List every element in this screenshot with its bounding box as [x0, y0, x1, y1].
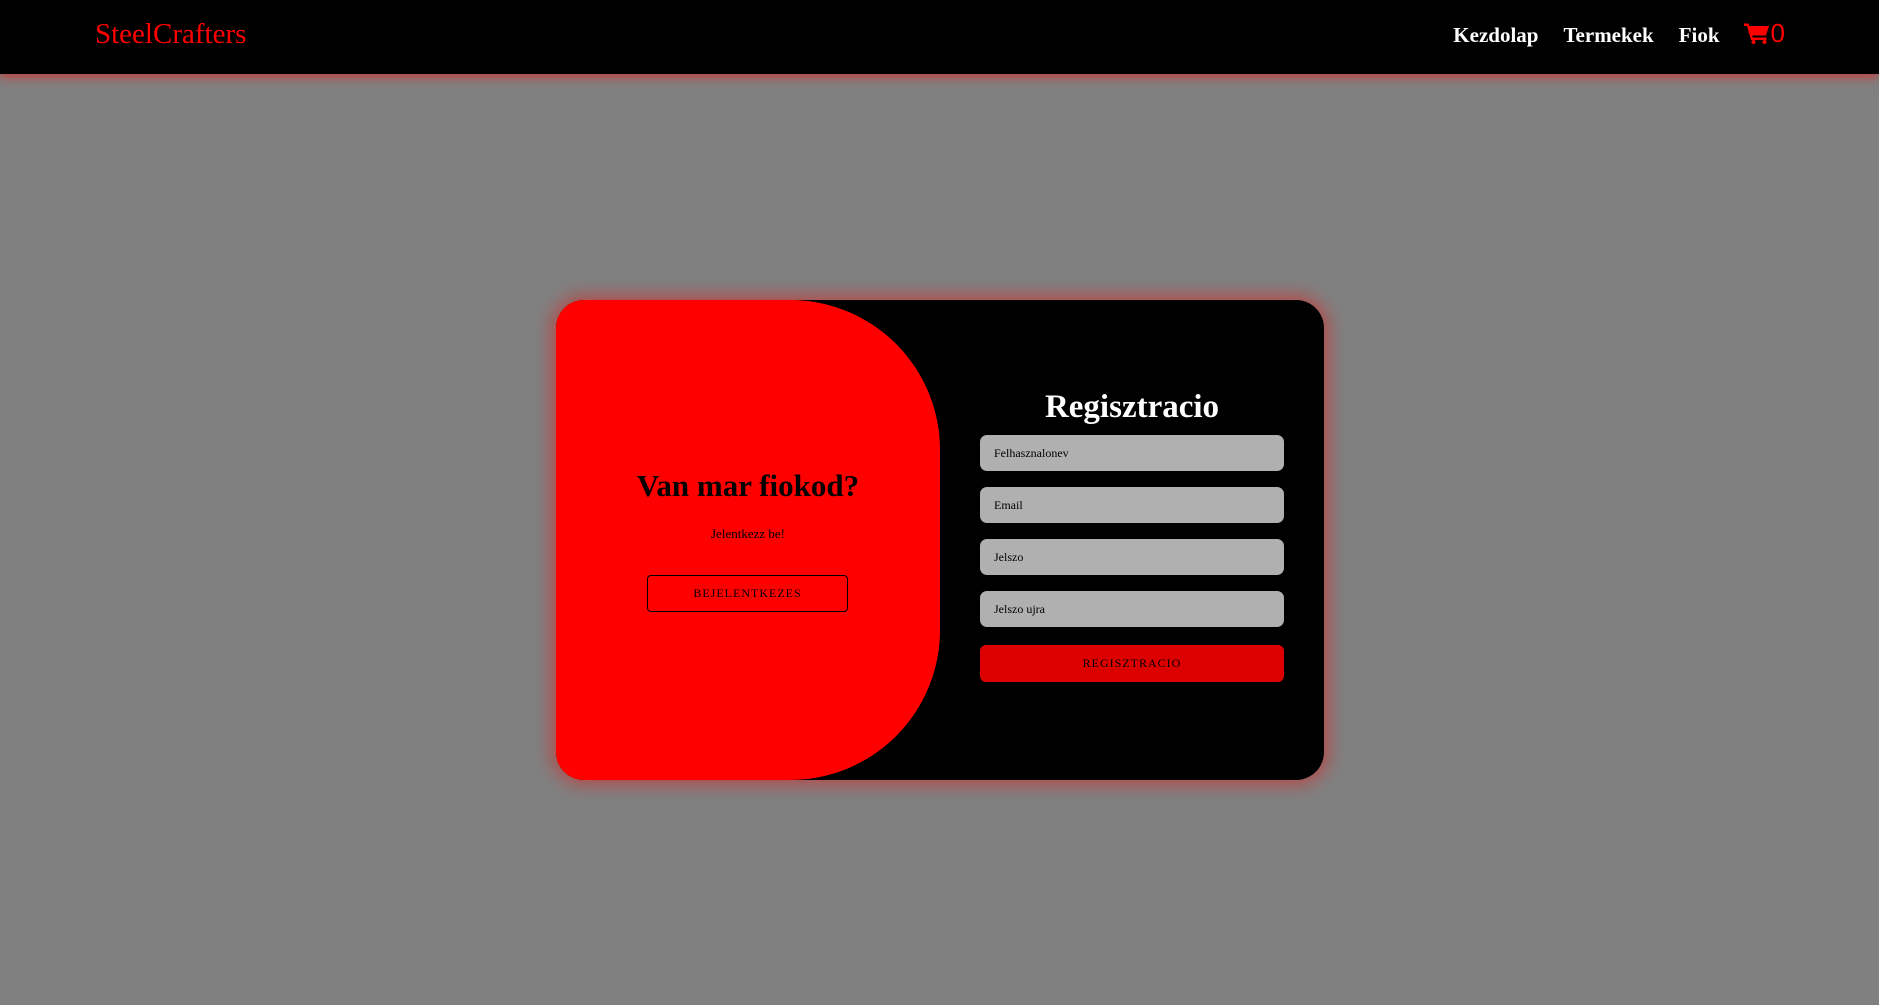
cart-count-badge: 0 — [1770, 18, 1785, 48]
shopping-cart-icon — [1743, 22, 1770, 44]
nav-links: Kezdolap Termekek Fiok 0 — [1428, 18, 1785, 48]
nav-link-kezdolap[interactable]: Kezdolap — [1453, 23, 1538, 48]
email-input[interactable] — [980, 487, 1284, 523]
password-confirm-input[interactable] — [980, 591, 1284, 627]
cart-button[interactable]: 0 — [1743, 18, 1785, 48]
register-title: Regisztracio — [1044, 389, 1220, 425]
register-panel: Regisztracio REGISZTRACIO — [940, 300, 1324, 780]
login-prompt-panel: Van mar fiokod? Jelentkezz be! BEJELENTK… — [556, 300, 940, 780]
navbar: SteelCrafters Kezdolap Termekek Fiok 0 — [0, 0, 1879, 74]
nav-link-fiok[interactable]: Fiok — [1679, 23, 1720, 48]
register-submit-button[interactable]: REGISZTRACIO — [980, 645, 1284, 682]
login-prompt-title: Van mar fiokod? — [636, 468, 860, 503]
login-prompt-subtitle: Jelentkezz be! — [711, 526, 785, 541]
username-input[interactable] — [980, 435, 1284, 471]
auth-card: Van mar fiokod? Jelentkezz be! BEJELENTK… — [556, 300, 1324, 780]
password-input[interactable] — [980, 539, 1284, 575]
brand-logo-link[interactable]: SteelCrafters — [95, 18, 246, 51]
nav-link-termekek[interactable]: Termekek — [1563, 23, 1653, 48]
login-button[interactable]: BEJELENTKEZES — [647, 575, 848, 612]
